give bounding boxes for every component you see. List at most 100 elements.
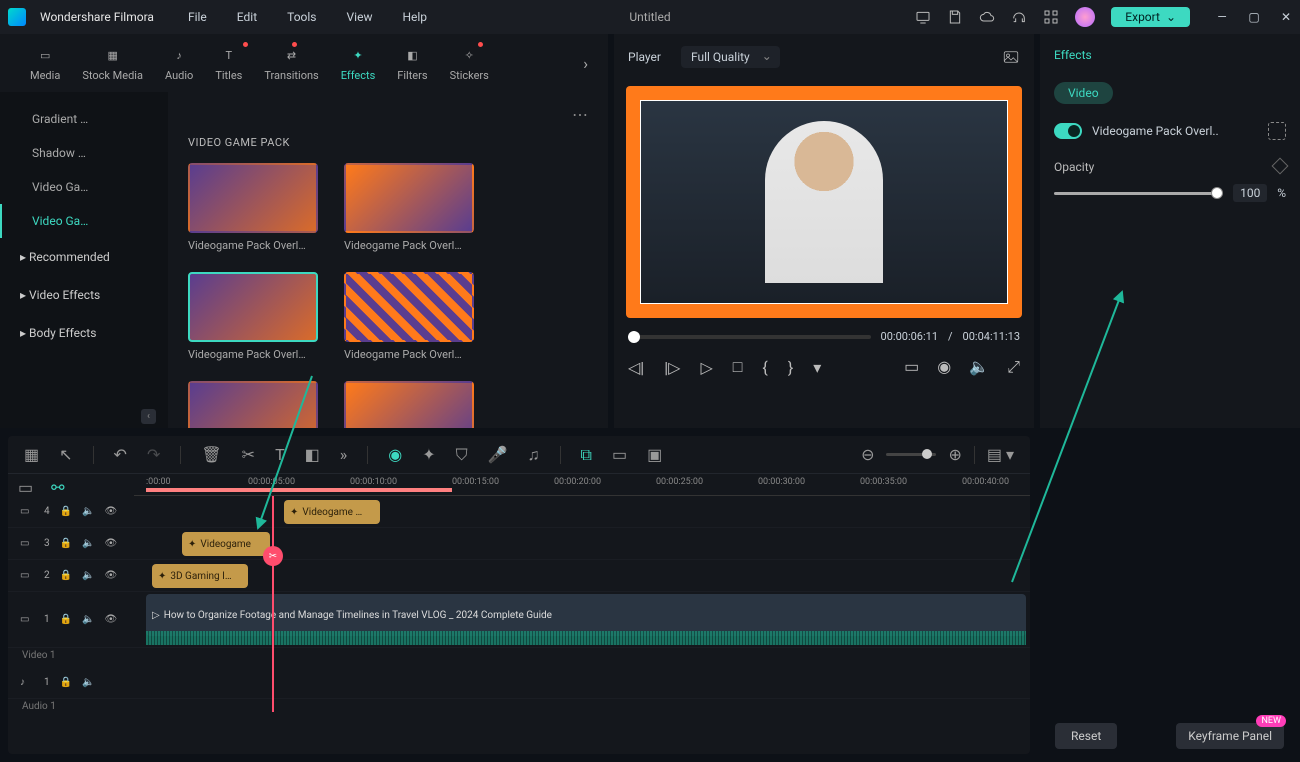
eye-icon[interactable]: 👁 — [105, 506, 118, 517]
minimize-button[interactable]: — — [1216, 10, 1228, 24]
brace-close-icon[interactable]: } — [788, 358, 793, 377]
mute-icon[interactable]: 🔈 — [82, 538, 94, 549]
link-icon[interactable]: ⚯ — [51, 478, 64, 497]
select-icon[interactable]: ↖ — [59, 445, 72, 464]
clip-fx3[interactable]: ✦ Videogame — [182, 532, 270, 556]
eye-icon[interactable]: 👁 — [105, 614, 118, 625]
apps-icon[interactable] — [1043, 9, 1059, 25]
opacity-slider[interactable] — [1054, 192, 1223, 195]
lock-icon[interactable]: 🔒 — [60, 506, 72, 517]
gallery-thumb[interactable]: Videogame Pack Overl… — [188, 163, 318, 252]
tab-audio[interactable]: ♪Audio — [165, 45, 193, 82]
delete-icon[interactable]: 🗑 — [201, 445, 221, 464]
track-layout-icon[interactable]: ▭ — [18, 478, 33, 497]
playhead[interactable]: ✂ — [272, 496, 274, 712]
camera-icon[interactable]: ◉ — [937, 357, 951, 377]
sidebar-item-videogame-b[interactable]: Video Ga… — [0, 204, 168, 238]
opacity-value[interactable]: 100 — [1233, 184, 1267, 202]
device-icon[interactable] — [915, 9, 931, 25]
text-icon[interactable]: T — [275, 445, 285, 464]
more-icon[interactable]: ⋯ — [572, 105, 588, 124]
sidebar-item-shadow[interactable]: Shadow … — [0, 136, 168, 170]
effect-settings-icon[interactable] — [1268, 122, 1286, 140]
tab-stock-media[interactable]: ▦Stock Media — [82, 45, 143, 82]
redo-icon[interactable]: ↷ — [147, 445, 160, 464]
gallery-thumb[interactable]: Videogame Pack Overl… — [344, 163, 474, 252]
maximize-button[interactable]: ▢ — [1248, 10, 1260, 24]
sidebar-item-gradient[interactable]: Gradient … — [0, 102, 168, 136]
tab-titles[interactable]: TTitles — [215, 45, 242, 82]
gallery-thumb-selected[interactable]: Videogame Pack Overl… — [188, 272, 318, 361]
eye-icon[interactable]: 👁 — [105, 570, 118, 581]
menu-edit[interactable]: Edit — [237, 10, 257, 24]
sidebar-group-recommended[interactable]: ▸ Recommended — [0, 238, 168, 276]
brace-open-icon[interactable]: { — [762, 358, 767, 377]
prop-tab-effects[interactable]: Effects — [1054, 48, 1092, 62]
play-icon[interactable]: ▷ — [700, 358, 712, 377]
mute-icon[interactable]: 🔈 — [82, 506, 94, 517]
fullscreen-icon[interactable]: ⤢ — [1007, 357, 1020, 377]
lock-icon[interactable]: 🔒 — [60, 538, 72, 549]
eye-icon[interactable]: 👁 — [105, 538, 118, 549]
zoom-in-icon[interactable]: ⊕ — [948, 445, 961, 464]
headphones-icon[interactable] — [1011, 9, 1027, 25]
mute-icon[interactable]: 🔈 — [82, 570, 94, 581]
menu-file[interactable]: File — [188, 10, 207, 24]
tab-filters[interactable]: ◧Filters — [397, 45, 427, 82]
crop-icon[interactable]: ◧ — [305, 445, 320, 464]
reset-button[interactable]: Reset — [1055, 725, 1117, 744]
clip-fx4[interactable]: ✦ Videogame … — [284, 500, 380, 524]
scrub-bar[interactable] — [628, 335, 871, 339]
lock-icon[interactable]: 🔒 — [60, 570, 72, 581]
tab-stickers[interactable]: ✧Stickers — [450, 45, 489, 82]
clip-fx2[interactable]: ✦ 3D Gaming I… — [152, 564, 248, 588]
mic-icon[interactable]: 🎤 — [488, 445, 508, 464]
next-frame-icon[interactable]: |▷ — [664, 358, 680, 377]
gallery-thumb[interactable]: Videogame Pack Overl… — [344, 272, 474, 361]
shield-icon[interactable]: ⛉ — [456, 445, 468, 465]
ratio-icon[interactable]: ▾ — [813, 358, 821, 377]
zoom-slider[interactable] — [886, 453, 936, 456]
effect-toggle[interactable] — [1054, 123, 1082, 139]
prop-pill-video[interactable]: Video — [1054, 82, 1113, 104]
lock-icon[interactable]: 🔒 — [60, 677, 72, 688]
save-icon[interactable] — [947, 9, 963, 25]
marker-icon[interactable]: ▭ — [612, 445, 627, 464]
undo-icon[interactable]: ↶ — [114, 445, 127, 464]
magnet-icon[interactable]: ⧉ — [581, 445, 592, 465]
box-icon[interactable]: ▣ — [647, 445, 662, 464]
keyframe-diamond-icon[interactable] — [1272, 158, 1289, 175]
clip-video1[interactable]: ▷ How to Organize Footage and Manage Tim… — [146, 594, 1026, 636]
sidebar-collapse-button[interactable]: ‹ — [0, 402, 168, 428]
tab-transitions[interactable]: ⇄Transitions — [264, 45, 318, 82]
zoom-out-icon[interactable]: ⊖ — [861, 445, 874, 464]
volume-icon[interactable]: 🔈 — [969, 357, 989, 377]
tab-effects[interactable]: ✦Effects — [341, 45, 376, 82]
ai-icon[interactable]: ◉ — [388, 445, 402, 464]
more-tools-icon[interactable]: » — [340, 445, 348, 464]
tab-media[interactable]: ▭Media — [30, 45, 60, 82]
prev-frame-icon[interactable]: ◁| — [628, 358, 644, 377]
sparkle-icon[interactable]: ✦ — [422, 445, 435, 464]
avatar[interactable] — [1075, 7, 1095, 27]
quality-select[interactable]: Full Quality — [681, 46, 780, 68]
view-menu-icon[interactable]: ▤ ▾ — [987, 445, 1014, 464]
menu-help[interactable]: Help — [402, 10, 427, 24]
export-button[interactable]: Export⌄ — [1111, 7, 1190, 27]
mute-icon[interactable]: 🔈 — [82, 614, 94, 625]
layout-icon[interactable]: ▦ — [24, 445, 39, 464]
time-ruler[interactable]: :00:00 00:00:05:00 00:00:10:00 00:00:15:… — [134, 474, 1030, 496]
display-icon[interactable]: ▭ — [904, 357, 919, 377]
sidebar-group-video-effects[interactable]: ▸ Video Effects — [0, 276, 168, 314]
music-icon[interactable]: ♫ — [528, 445, 540, 465]
keyframe-panel-button[interactable]: Keyframe Panel NEW — [1176, 725, 1284, 744]
cloud-icon[interactable] — [979, 9, 995, 25]
playhead-scissors-icon[interactable]: ✂ — [263, 546, 283, 566]
gallery-thumb[interactable] — [344, 381, 474, 428]
close-button[interactable]: ✕ — [1280, 10, 1292, 24]
snapshot-icon[interactable] — [1002, 48, 1020, 66]
stop-icon[interactable]: □ — [733, 357, 743, 377]
menu-view[interactable]: View — [347, 10, 373, 24]
menu-tools[interactable]: Tools — [287, 10, 316, 24]
gallery-thumb[interactable] — [188, 381, 318, 428]
